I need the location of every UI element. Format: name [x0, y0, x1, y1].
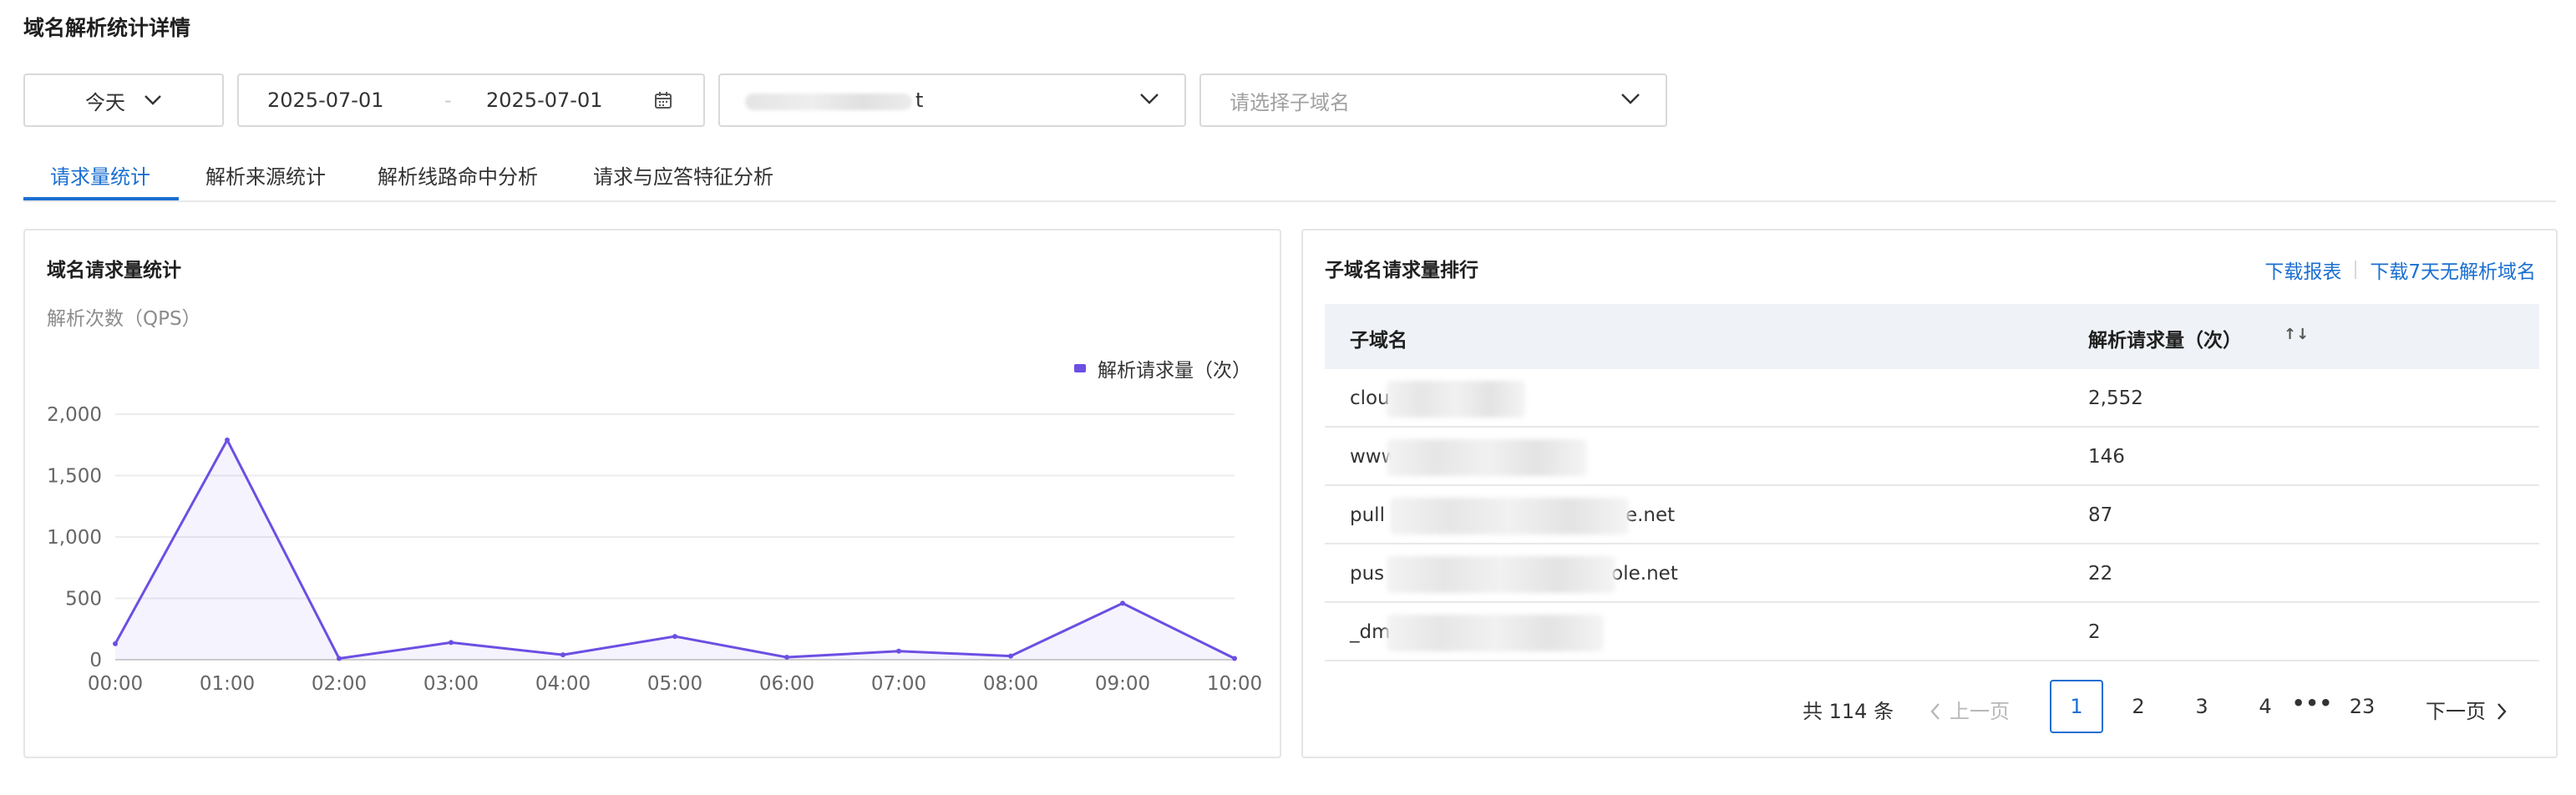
period-select[interactable]: 今天 [23, 73, 224, 127]
x-tick-label: 08:00 [983, 673, 1038, 695]
subdomain-select[interactable]: 请选择子域名 [1199, 73, 1667, 127]
data-point [672, 634, 677, 640]
redaction-mask [1387, 439, 1587, 476]
x-tick-label: 05:00 [647, 673, 702, 695]
page-23-button[interactable]: 23 [2335, 680, 2389, 733]
active-tab-indicator [23, 197, 179, 200]
y-tick-label: 500 [65, 589, 102, 610]
redaction-mask [1390, 498, 1629, 534]
domain-select[interactable]: t [718, 73, 1186, 127]
y-tick-label: 1,000 [47, 527, 102, 549]
data-point [1120, 600, 1125, 606]
x-tick-label: 03:00 [423, 673, 479, 695]
request-line-chart[interactable]: 0 500 1,000 1,500 2,000 00:00 01:00 02:00 03:00 0… [25, 230, 1280, 757]
chevron-right-icon [2497, 703, 2507, 720]
redaction-mask [1387, 615, 1604, 651]
request-stats-panel: 域名请求量统计 解析次数（QPS） 解析请求量（次） 0 500 1,000 1,50… [23, 229, 1281, 758]
page-1-button[interactable]: 1 [2050, 680, 2103, 733]
download-report-link[interactable]: 下载报表 [2264, 256, 2341, 284]
table-header: 子域名 解析请求量（次） ↑↓ [1325, 304, 2539, 369]
data-point [449, 640, 454, 646]
page-3-button[interactable]: 3 [2175, 680, 2229, 733]
data-point [225, 437, 230, 443]
tab-line-hit-analysis[interactable]: 解析线路命中分析 [378, 160, 538, 190]
x-tick-label: 09:00 [1095, 673, 1150, 695]
chevron-down-icon [1140, 94, 1159, 104]
count-cell: 2,552 [2088, 387, 2143, 409]
domain-value-tail: t [915, 89, 924, 112]
chevron-left-icon [1930, 703, 1940, 720]
x-tick-label: 00:00 [88, 673, 143, 695]
count-cell: 146 [2088, 446, 2125, 468]
prev-page-button[interactable]: 上一页 [1929, 695, 2010, 724]
table-row: www 146 [1325, 428, 2539, 486]
domain-redacted [745, 94, 912, 110]
tab-source-stats[interactable]: 解析来源统计 [205, 160, 326, 190]
data-point [560, 652, 565, 658]
page-ellipsis[interactable]: ••• [2292, 691, 2333, 715]
date-end[interactable]: 2025-07-01 [486, 89, 602, 112]
data-point [113, 641, 118, 646]
subdomain-table: 子域名 解析请求量（次） ↑↓ clou 2,552 www 146 pull e… [1325, 304, 2539, 661]
redaction-mask [1387, 556, 1615, 593]
x-tick-label: 10:00 [1207, 673, 1262, 695]
data-point [1232, 656, 1237, 661]
next-page-button[interactable]: 下一页 [2426, 695, 2508, 724]
total-count: 共 114 条 [1803, 700, 1894, 723]
x-tick-label: 02:00 [312, 673, 367, 695]
pagination: 共 114 条 上一页 1 2 3 4 ••• 23 下一页 [1303, 680, 2559, 733]
table-row: pull e.net 87 [1325, 486, 2539, 544]
data-point [896, 648, 901, 654]
y-tick-label: 2,000 [47, 404, 102, 426]
download-links: 下载报表 下载7天无解析域名 [2264, 256, 2536, 284]
subdomain-placeholder: 请选择子域名 [1230, 90, 1350, 114]
column-request-count: 解析请求量（次） [2088, 330, 2242, 352]
table-row: clou 2,552 [1325, 369, 2539, 428]
chevron-down-icon [145, 95, 161, 105]
date-start[interactable]: 2025-07-01 [267, 89, 383, 112]
data-point [337, 656, 342, 661]
y-tick-label: 1,500 [47, 466, 102, 488]
page-2-button[interactable]: 2 [2112, 680, 2165, 733]
download-7days-link[interactable]: 下载7天无解析域名 [2370, 256, 2536, 284]
subdomain-ranking-panel: 子域名请求量排行 下载报表 下载7天无解析域名 子域名 解析请求量（次） ↑↓ … [1301, 229, 2558, 758]
chevron-down-icon [1621, 94, 1640, 104]
date-separator: - [444, 89, 452, 112]
table-row: _dm 2 [1325, 603, 2539, 661]
column-subdomain: 子域名 [1350, 330, 1407, 352]
period-value: 今天 [85, 90, 125, 114]
x-tick-label: 06:00 [759, 673, 814, 695]
x-tick-label: 07:00 [871, 673, 926, 695]
subdomain-cell: _dm [1350, 621, 1391, 643]
subdomain-cell: clou [1350, 387, 1390, 409]
ranking-title: 子域名请求量排行 [1325, 260, 1478, 281]
y-tick-label: 0 [89, 650, 102, 671]
count-cell: 87 [2088, 504, 2113, 526]
date-range-picker[interactable]: 2025-07-01 - 2025-07-01 [237, 73, 705, 127]
count-cell: 2 [2088, 621, 2101, 643]
calendar-icon [655, 92, 672, 109]
count-cell: 22 [2088, 563, 2113, 585]
tab-bar: 请求量统计 解析来源统计 解析线路命中分析 请求与应答特征分析 [23, 150, 2556, 202]
tab-request-response-analysis[interactable]: 请求与应答特征分析 [593, 160, 773, 190]
data-point [784, 655, 789, 661]
table-row: pus ole.net 22 [1325, 544, 2539, 603]
tab-request-stats[interactable]: 请求量统计 [50, 160, 150, 190]
link-divider [2355, 261, 2357, 279]
page-4-button[interactable]: 4 [2239, 680, 2292, 733]
redaction-mask [1387, 381, 1525, 418]
x-tick-label: 01:00 [200, 673, 255, 695]
page-title: 域名解析统计详情 [23, 16, 191, 40]
x-tick-label: 04:00 [535, 673, 591, 695]
sort-icon[interactable]: ↑↓ [2284, 326, 2309, 343]
data-point [1008, 653, 1013, 659]
